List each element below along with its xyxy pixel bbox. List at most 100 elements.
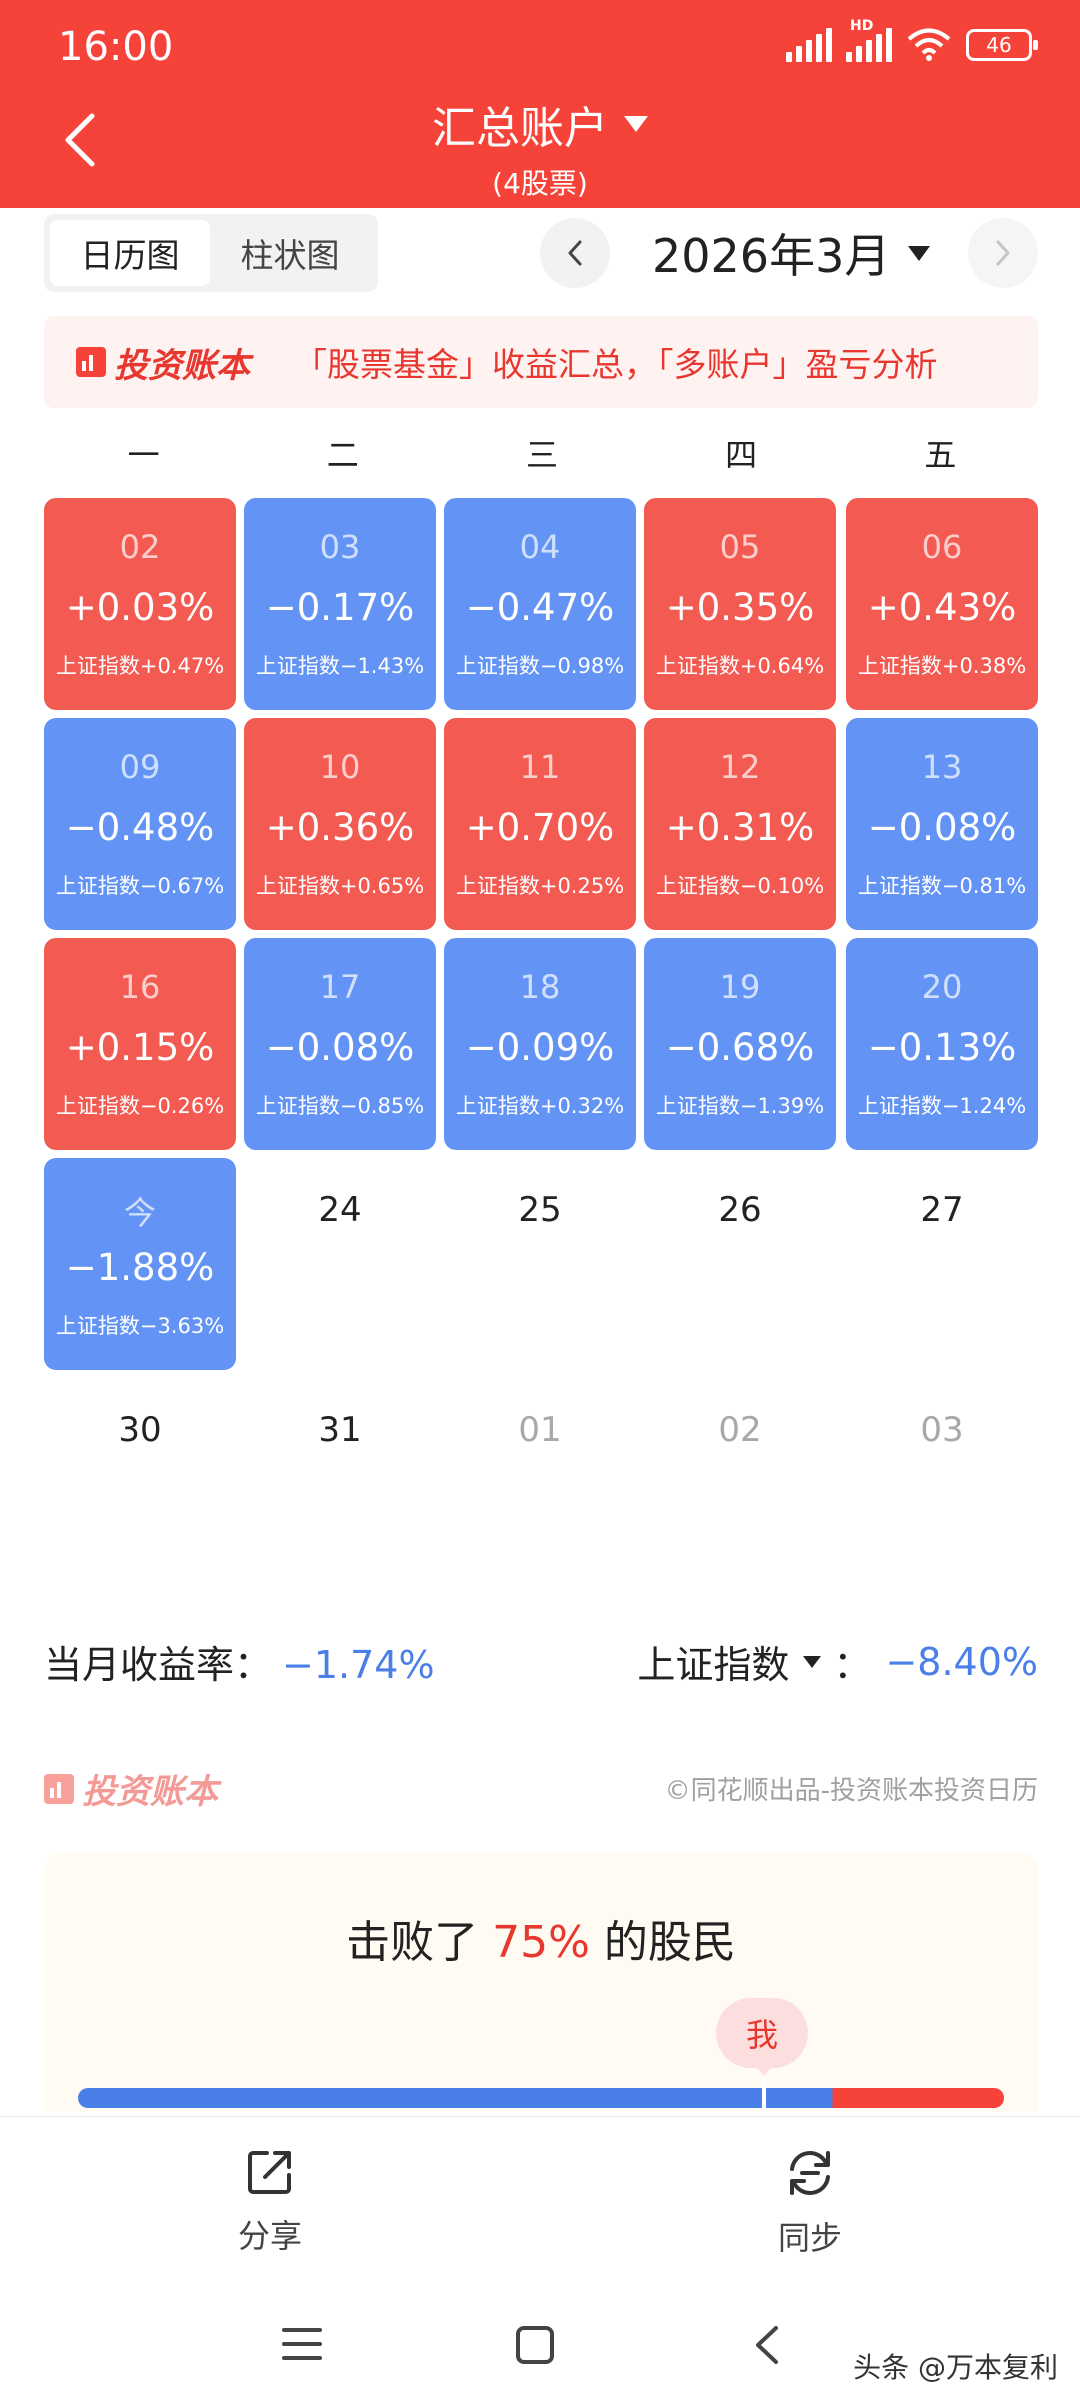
footer-brand-name: 投资账本 xyxy=(82,1772,218,1812)
calendar-day-cell[interactable]: 04 −0.47% 上证指数−0.98% xyxy=(444,498,636,710)
day-return: −0.08% xyxy=(265,1026,415,1069)
day-index-change: 上证指数+0.65% xyxy=(255,874,425,898)
day-return: −0.08% xyxy=(867,806,1017,849)
calendar-day-cell[interactable]: 11 +0.70% 上证指数+0.25% xyxy=(444,718,636,930)
view-toggle: 日历图 柱状图 xyxy=(44,214,378,292)
sync-button[interactable]: 同步 xyxy=(730,2147,890,2259)
menu-icon[interactable] xyxy=(280,2324,324,2364)
day-number: 13 xyxy=(921,748,963,786)
day-return: +0.03% xyxy=(65,586,215,629)
page-subtitle: (4股票) xyxy=(492,167,588,200)
ledger-logo-icon xyxy=(76,347,106,377)
calendar-day-cell[interactable]: 06 +0.43% 上证指数+0.38% xyxy=(846,498,1038,710)
tab-calendar[interactable]: 日历图 xyxy=(50,220,210,286)
calendar-empty-day: 25 xyxy=(518,1190,562,1230)
status-time: 16:00 xyxy=(58,24,174,70)
home-icon[interactable] xyxy=(514,2324,556,2366)
calendar-day-cell[interactable]: 17 −0.08% 上证指数−0.85% xyxy=(244,938,436,1150)
calendar-empty-day: 26 xyxy=(718,1190,762,1230)
status-bar: 16:00 HD 46 xyxy=(0,0,1080,96)
share-label: 分享 xyxy=(237,2217,302,2255)
sync-label: 同步 xyxy=(777,2219,842,2257)
day-number: 12 xyxy=(719,748,761,786)
day-number: 09 xyxy=(119,748,161,786)
ledger-logo-icon xyxy=(44,1773,74,1804)
day-number: 06 xyxy=(921,528,963,566)
day-index-change: 上证指数−0.81% xyxy=(857,874,1027,898)
month-selector[interactable]: 2026年3月 xyxy=(652,220,931,286)
share-button[interactable]: 分享 xyxy=(190,2147,350,2257)
day-index-change: 上证指数+0.38% xyxy=(857,654,1027,678)
day-number: 今 xyxy=(123,1194,156,1232)
day-index-change: 上证指数−1.43% xyxy=(255,654,425,678)
day-index-change: 上证指数+0.64% xyxy=(655,654,825,678)
prev-month-button[interactable] xyxy=(540,218,610,288)
signal-icon xyxy=(786,28,832,62)
calendar-day-cell-today[interactable]: 今 −1.88% 上证指数−3.63% xyxy=(44,1158,236,1370)
brand-name: 投资账本 xyxy=(114,345,250,386)
day-index-change: 上证指数+0.32% xyxy=(455,1094,625,1118)
day-number: 20 xyxy=(921,968,963,1006)
day-return: −0.13% xyxy=(867,1026,1017,1069)
day-index-change: 上证指数−0.67% xyxy=(55,874,225,898)
watermark-text: 头条 @万本复利 xyxy=(853,2351,1058,2384)
caret-down-icon xyxy=(908,245,931,261)
day-return: +0.35% xyxy=(665,586,815,629)
day-number: 05 xyxy=(719,528,761,566)
status-icons: HD 46 xyxy=(786,18,1038,62)
day-number: 11 xyxy=(519,748,561,786)
weekday-header: 一 二 三 四 五 xyxy=(44,430,1040,476)
day-return: −0.48% xyxy=(65,806,215,849)
calendar-day-cell[interactable]: 19 −0.68% 上证指数−1.39% xyxy=(644,938,836,1150)
ranking-percent: 75% xyxy=(492,1917,590,1968)
day-index-change: 上证指数−0.10% xyxy=(655,874,825,898)
ranking-suffix: 的股民 xyxy=(603,1917,736,1968)
calendar-day-cell[interactable]: 12 +0.31% 上证指数−0.10% xyxy=(644,718,836,930)
promo-banner[interactable]: 投资账本 「股票基金」收益汇总，「多账户」盈亏分析 xyxy=(44,316,1038,408)
account-selector[interactable]: 汇总账户 (4股票) xyxy=(0,92,1080,202)
caret-down-icon[interactable] xyxy=(803,1655,822,1668)
page-title-text: 汇总账户 xyxy=(432,103,608,154)
back-icon[interactable] xyxy=(752,2324,782,2366)
calendar-day-cell[interactable]: 13 −0.08% 上证指数−0.81% xyxy=(846,718,1038,930)
page-title[interactable]: 汇总账户 xyxy=(432,92,648,156)
me-marker-bubble: 我 xyxy=(716,1998,808,2068)
calendar-day-cell[interactable]: 20 −0.13% 上证指数−1.24% xyxy=(846,938,1038,1150)
weekday-label: 四 xyxy=(725,436,758,474)
day-return: +0.43% xyxy=(867,586,1017,629)
calendar-day-cell[interactable]: 18 −0.09% 上证指数+0.32% xyxy=(444,938,636,1150)
index-selector[interactable]: 上证指数 xyxy=(637,1634,789,1689)
day-number: 16 xyxy=(119,968,161,1006)
chevron-right-icon xyxy=(996,240,1010,266)
day-index-change: 上证指数−3.63% xyxy=(55,1314,225,1338)
calendar-day-cell[interactable]: 16 +0.15% 上证指数−0.26% xyxy=(44,938,236,1150)
next-month-button[interactable] xyxy=(968,218,1038,288)
weekday-label: 三 xyxy=(525,436,558,474)
index-value: −8.40% xyxy=(885,1639,1038,1684)
day-index-change: 上证指数−0.98% xyxy=(455,654,625,678)
calendar-day-cell[interactable]: 03 −0.17% 上证指数−1.43% xyxy=(244,498,436,710)
day-index-change: 上证指数−1.24% xyxy=(857,1094,1027,1118)
calendar-day-cell[interactable]: 09 −0.48% 上证指数−0.67% xyxy=(44,718,236,930)
calendar-next-month-day: 01 xyxy=(518,1410,562,1450)
calendar-day-cell[interactable]: 02 +0.03% 上证指数+0.47% xyxy=(44,498,236,710)
day-index-change: 上证指数−0.85% xyxy=(255,1094,425,1118)
me-marker-tail xyxy=(756,2066,772,2076)
day-return: −1.88% xyxy=(65,1246,215,1289)
day-return: −0.68% xyxy=(665,1026,815,1069)
day-return: −0.47% xyxy=(465,586,615,629)
month-return-value: −1.74% xyxy=(282,1643,435,1687)
sync-icon xyxy=(790,2151,830,2195)
day-number: 10 xyxy=(319,748,361,786)
bottom-action-bar: 分享 同步 xyxy=(0,2116,1080,2296)
footer-brand-logo: 投资账本 xyxy=(44,1764,218,1813)
battery-level: 46 xyxy=(986,33,1012,57)
month-label: 2026年3月 xyxy=(652,229,891,283)
calendar-day-cell[interactable]: 05 +0.35% 上证指数+0.64% xyxy=(644,498,836,710)
tab-bar-chart[interactable]: 柱状图 xyxy=(210,220,370,286)
calendar-day-cell[interactable]: 10 +0.36% 上证指数+0.65% xyxy=(244,718,436,930)
day-return: −0.17% xyxy=(265,586,415,629)
ranking-text: 击败了 75% 的股民 xyxy=(44,1906,1038,1970)
wifi-icon xyxy=(907,28,951,61)
ranking-prefix: 击败了 xyxy=(346,1917,479,1968)
